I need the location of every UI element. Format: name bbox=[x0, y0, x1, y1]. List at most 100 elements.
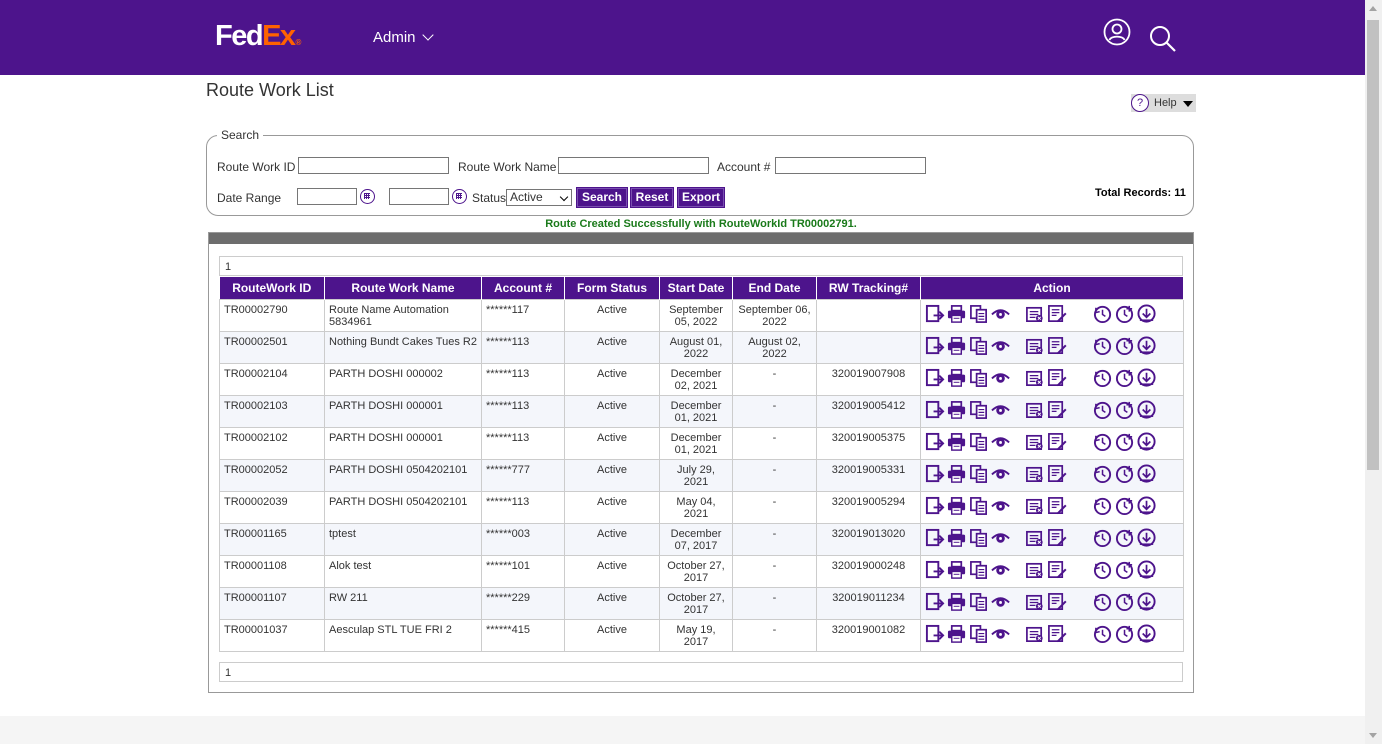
export-icon[interactable] bbox=[925, 528, 945, 548]
help-dropdown[interactable]: ? Help bbox=[1131, 94, 1196, 112]
view-icon[interactable] bbox=[991, 432, 1011, 452]
download-icon[interactable] bbox=[1137, 560, 1157, 580]
view-icon[interactable] bbox=[991, 400, 1011, 420]
print-icon[interactable] bbox=[947, 624, 967, 644]
download-icon[interactable] bbox=[1137, 432, 1157, 452]
column-header[interactable]: Form Status bbox=[564, 277, 660, 300]
export-button[interactable]: Export bbox=[678, 188, 724, 207]
export-icon[interactable] bbox=[925, 304, 945, 324]
download-icon[interactable] bbox=[1137, 464, 1157, 484]
view-icon[interactable] bbox=[991, 528, 1011, 548]
view-icon[interactable] bbox=[991, 560, 1011, 580]
history-icon[interactable] bbox=[1093, 432, 1113, 452]
view-icon[interactable] bbox=[991, 464, 1011, 484]
list-icon[interactable] bbox=[1025, 368, 1045, 388]
date-from-input[interactable] bbox=[297, 188, 357, 205]
history-icon[interactable] bbox=[1093, 336, 1113, 356]
add-schedule-icon[interactable] bbox=[1115, 400, 1135, 420]
calendar-icon[interactable] bbox=[360, 189, 375, 204]
export-icon[interactable] bbox=[925, 624, 945, 644]
export-icon[interactable] bbox=[925, 368, 945, 388]
list-icon[interactable] bbox=[1025, 400, 1045, 420]
export-icon[interactable] bbox=[925, 496, 945, 516]
print-icon[interactable] bbox=[947, 496, 967, 516]
history-icon[interactable] bbox=[1093, 400, 1113, 420]
list-icon[interactable] bbox=[1025, 592, 1045, 612]
column-header[interactable]: Route Work Name bbox=[324, 277, 482, 300]
copy-icon[interactable] bbox=[969, 528, 989, 548]
edit-icon[interactable] bbox=[1047, 592, 1067, 612]
add-schedule-icon[interactable] bbox=[1115, 592, 1135, 612]
add-schedule-icon[interactable] bbox=[1115, 368, 1135, 388]
column-header[interactable]: Start Date bbox=[659, 277, 733, 300]
page-scrollbar[interactable] bbox=[1365, 0, 1382, 744]
calendar-icon[interactable] bbox=[452, 189, 467, 204]
history-icon[interactable] bbox=[1093, 528, 1113, 548]
print-icon[interactable] bbox=[947, 464, 967, 484]
edit-icon[interactable] bbox=[1047, 368, 1067, 388]
edit-icon[interactable] bbox=[1047, 464, 1067, 484]
scroll-up-arrow-icon[interactable] bbox=[1369, 6, 1377, 11]
page-number[interactable]: 1 bbox=[225, 667, 231, 679]
list-icon[interactable] bbox=[1025, 432, 1045, 452]
column-header[interactable]: RW Tracking# bbox=[816, 277, 921, 300]
edit-icon[interactable] bbox=[1047, 336, 1067, 356]
add-schedule-icon[interactable] bbox=[1115, 464, 1135, 484]
page-number[interactable]: 1 bbox=[225, 261, 231, 273]
edit-icon[interactable] bbox=[1047, 496, 1067, 516]
edit-icon[interactable] bbox=[1047, 624, 1067, 644]
edit-icon[interactable] bbox=[1047, 560, 1067, 580]
search-icon[interactable] bbox=[1148, 24, 1178, 54]
view-icon[interactable] bbox=[991, 336, 1011, 356]
list-icon[interactable] bbox=[1025, 464, 1045, 484]
print-icon[interactable] bbox=[947, 560, 967, 580]
export-icon[interactable] bbox=[925, 464, 945, 484]
export-icon[interactable] bbox=[925, 336, 945, 356]
user-account-icon[interactable] bbox=[1103, 18, 1131, 46]
copy-icon[interactable] bbox=[969, 560, 989, 580]
print-icon[interactable] bbox=[947, 592, 967, 612]
download-icon[interactable] bbox=[1137, 496, 1157, 516]
copy-icon[interactable] bbox=[969, 592, 989, 612]
admin-menu[interactable]: Admin bbox=[373, 29, 434, 46]
scroll-down-arrow-icon[interactable] bbox=[1369, 733, 1377, 738]
history-icon[interactable] bbox=[1093, 464, 1113, 484]
history-icon[interactable] bbox=[1093, 560, 1113, 580]
print-icon[interactable] bbox=[947, 336, 967, 356]
export-icon[interactable] bbox=[925, 432, 945, 452]
add-schedule-icon[interactable] bbox=[1115, 336, 1135, 356]
download-icon[interactable] bbox=[1137, 528, 1157, 548]
edit-icon[interactable] bbox=[1047, 528, 1067, 548]
history-icon[interactable] bbox=[1093, 368, 1113, 388]
export-icon[interactable] bbox=[925, 592, 945, 612]
add-schedule-icon[interactable] bbox=[1115, 496, 1135, 516]
edit-icon[interactable] bbox=[1047, 304, 1067, 324]
copy-icon[interactable] bbox=[969, 304, 989, 324]
print-icon[interactable] bbox=[947, 304, 967, 324]
print-icon[interactable] bbox=[947, 368, 967, 388]
download-icon[interactable] bbox=[1137, 624, 1157, 644]
copy-icon[interactable] bbox=[969, 496, 989, 516]
view-icon[interactable] bbox=[991, 368, 1011, 388]
list-icon[interactable] bbox=[1025, 560, 1045, 580]
add-schedule-icon[interactable] bbox=[1115, 432, 1135, 452]
download-icon[interactable] bbox=[1137, 336, 1157, 356]
export-icon[interactable] bbox=[925, 400, 945, 420]
pager-bottom[interactable]: 1 bbox=[219, 662, 1183, 682]
print-icon[interactable] bbox=[947, 432, 967, 452]
download-icon[interactable] bbox=[1137, 304, 1157, 324]
column-header[interactable]: Account # bbox=[481, 277, 565, 300]
print-icon[interactable] bbox=[947, 400, 967, 420]
pager-top[interactable]: 1 bbox=[219, 256, 1183, 276]
add-schedule-icon[interactable] bbox=[1115, 624, 1135, 644]
list-icon[interactable] bbox=[1025, 304, 1045, 324]
edit-icon[interactable] bbox=[1047, 432, 1067, 452]
list-icon[interactable] bbox=[1025, 496, 1045, 516]
view-icon[interactable] bbox=[991, 496, 1011, 516]
history-icon[interactable] bbox=[1093, 592, 1113, 612]
copy-icon[interactable] bbox=[969, 624, 989, 644]
date-to-input[interactable] bbox=[389, 188, 449, 205]
list-icon[interactable] bbox=[1025, 624, 1045, 644]
view-icon[interactable] bbox=[991, 624, 1011, 644]
list-icon[interactable] bbox=[1025, 528, 1045, 548]
